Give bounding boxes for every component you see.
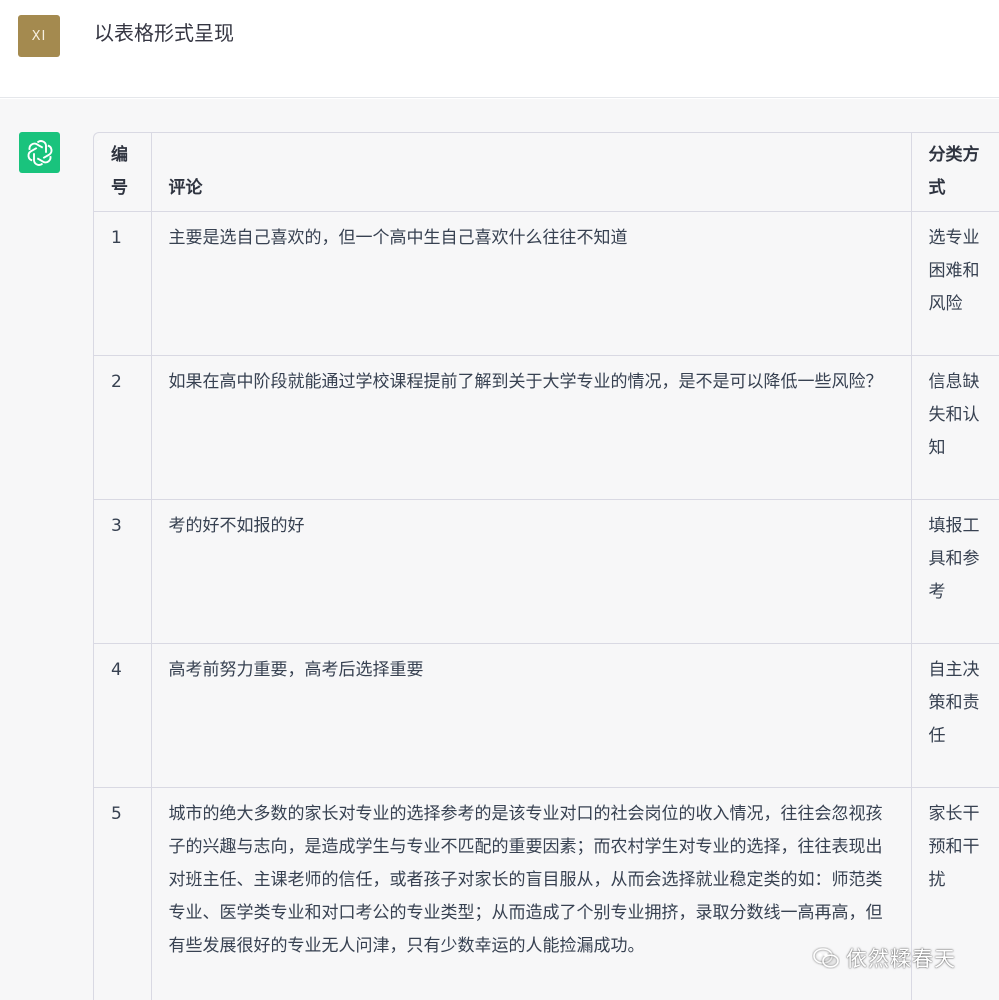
wechat-icon bbox=[813, 948, 839, 968]
row-category: 选专业困难和风险 bbox=[911, 211, 999, 356]
row-comment: 考的好不如报的好 bbox=[151, 499, 912, 644]
row-number: 4 bbox=[94, 643, 152, 788]
header-comment: 评论 bbox=[151, 133, 912, 212]
row-category: 自主决策和责任 bbox=[911, 643, 999, 788]
row-number: 5 bbox=[94, 787, 152, 1000]
user-message-row: XI 以表格形式呈现 bbox=[0, 0, 999, 98]
row-number: 2 bbox=[94, 355, 152, 500]
row-comment: 城市的绝大多数的家长对专业的选择参考的是该专业对口的社会岗位的收入情况，往往会忽… bbox=[151, 787, 912, 1000]
table-row: 4 高考前努力重要，高考后选择重要 自主决策和责任 bbox=[94, 643, 999, 788]
table-header-row: 编号 评论 分类方式 bbox=[94, 133, 999, 212]
response-table: 编号 评论 分类方式 1 主要是选自己喜欢的，但一个高中生自己喜欢什么往往不知道… bbox=[94, 133, 999, 1000]
watermark: 依然糅春天 bbox=[812, 943, 956, 973]
header-number: 编号 bbox=[94, 133, 152, 212]
user-message-text: 以表格形式呈现 bbox=[94, 21, 234, 45]
row-comment: 高考前努力重要，高考后选择重要 bbox=[151, 643, 912, 788]
row-category: 填报工具和参考 bbox=[911, 499, 999, 644]
row-number: 1 bbox=[94, 211, 152, 356]
watermark-text: 依然糅春天 bbox=[846, 947, 956, 971]
row-comment: 如果在高中阶段就能通过学校课程提前了解到关于大学专业的情况，是不是可以降低一些风… bbox=[151, 355, 912, 500]
user-avatar: XI bbox=[18, 15, 60, 57]
table-row: 1 主要是选自己喜欢的，但一个高中生自己喜欢什么往往不知道 选专业困难和风险 bbox=[94, 211, 999, 356]
assistant-message-row: 编号 评论 分类方式 1 主要是选自己喜欢的，但一个高中生自己喜欢什么往往不知道… bbox=[0, 99, 999, 1000]
response-table-container: 编号 评论 分类方式 1 主要是选自己喜欢的，但一个高中生自己喜欢什么往往不知道… bbox=[93, 132, 999, 1000]
row-comment: 主要是选自己喜欢的，但一个高中生自己喜欢什么往往不知道 bbox=[151, 211, 912, 356]
row-category: 信息缺失和认知 bbox=[911, 355, 999, 500]
row-number: 3 bbox=[94, 499, 152, 644]
table-row: 2 如果在高中阶段就能通过学校课程提前了解到关于大学专业的情况，是不是可以降低一… bbox=[94, 355, 999, 500]
header-category: 分类方式 bbox=[911, 133, 999, 212]
table-row: 3 考的好不如报的好 填报工具和参考 bbox=[94, 499, 999, 644]
openai-logo-icon bbox=[19, 132, 60, 173]
